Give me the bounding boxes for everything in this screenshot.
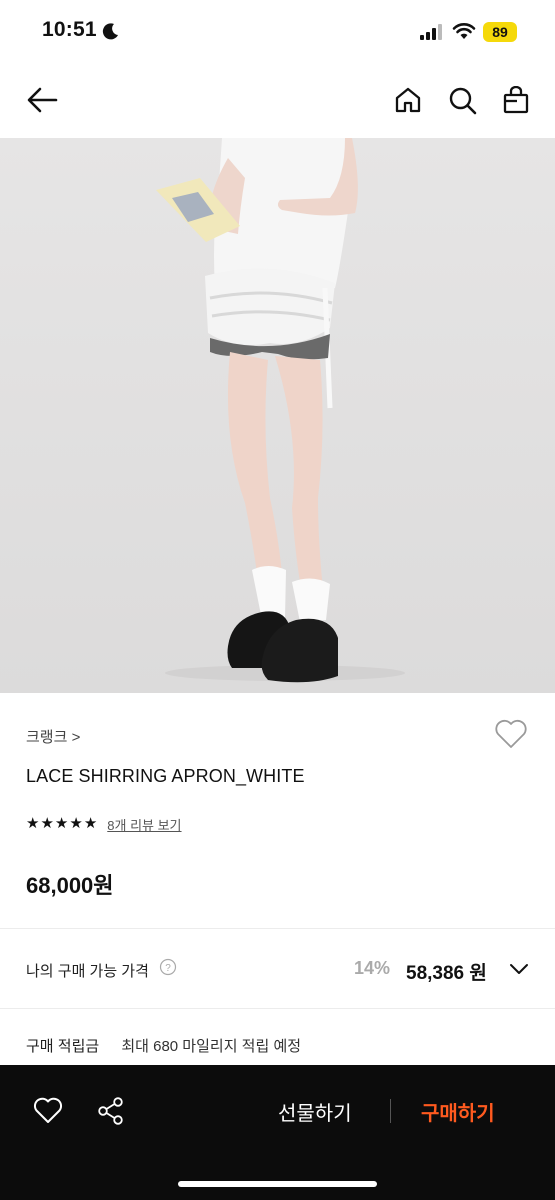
product-photo-illustration [0,138,555,693]
product-image[interactable] [0,138,555,693]
divider [0,1008,555,1009]
star-icon: ★ [54,815,69,832]
gift-button[interactable]: 선물하기 [278,1097,352,1126]
top-navigation [0,64,555,138]
product-price: 68,000원 [26,873,114,898]
discount-price: 58,386 원 [406,963,487,984]
status-time: 10:51 [42,18,97,41]
review-link[interactable]: 8개 리뷰 보기 [107,815,181,834]
product-name: LACE SHIRRING APRON_WHITE [26,766,305,786]
heart-icon[interactable] [33,1097,63,1125]
points-label: 구매 적립금 [26,1038,100,1055]
help-circle-icon[interactable]: ? [159,958,177,976]
my-price-label: 나의 구매 가능 가격 [26,963,149,980]
heart-icon[interactable] [494,719,528,749]
back-arrow-icon[interactable] [26,86,58,114]
points-value: 최대 680 마일리지 적립 예정 [121,1038,302,1055]
star-icon: ★ [83,815,98,832]
star-icon: ★ [26,815,40,832]
home-indicator [178,1181,377,1187]
rating-stars: ★ ★ ★ ★ ★ [26,816,97,832]
points-row: 구매 적립금 최대 680 마일리지 적립 예정 [26,1035,301,1056]
bottom-action-bar: 선물하기 구매하기 [0,1065,555,1200]
moon-icon [102,23,118,40]
star-icon: ★ [69,815,83,832]
battery-badge: 89 [483,22,517,42]
shopping-bag-icon[interactable] [503,86,529,114]
bottom-bar-divider [390,1099,391,1123]
share-icon[interactable] [96,1096,126,1126]
svg-text:?: ? [165,963,171,974]
wifi-icon [452,23,476,39]
rating-row: ★ ★ ★ ★ ★ 8개 리뷰 보기 [26,815,182,833]
search-icon[interactable] [448,86,478,116]
chevron-down-icon[interactable] [509,962,529,976]
home-icon[interactable] [394,86,422,114]
star-icon: ★ [40,815,54,832]
discount-rate: 14% [354,958,391,978]
brand-link[interactable]: 크랭크 > [26,726,80,747]
status-bar: 10:51 89 [0,0,555,64]
signal-icon [420,24,442,40]
buy-button[interactable]: 구매하기 [421,1097,495,1126]
my-price-row[interactable]: 나의 구매 가능 가격 ? 14% 58,386 원 [0,929,555,1008]
